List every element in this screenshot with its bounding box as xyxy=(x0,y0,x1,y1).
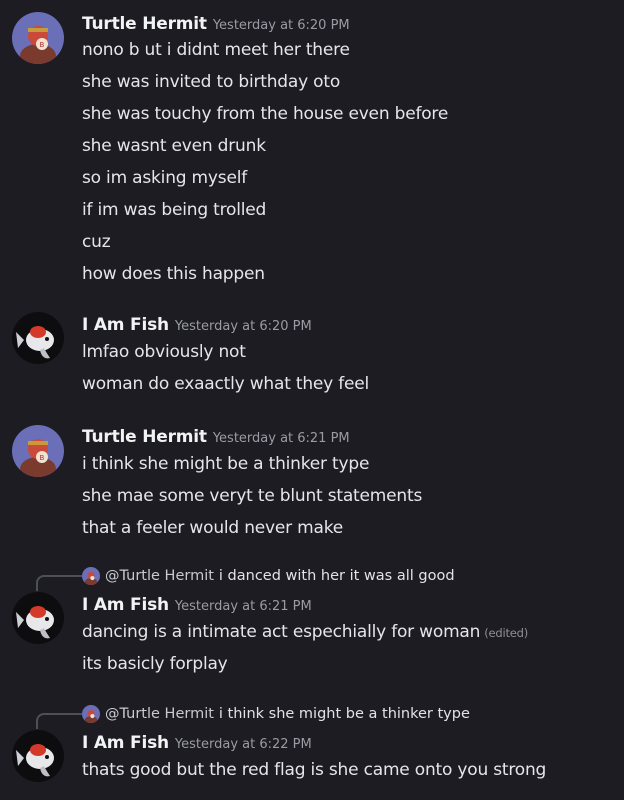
turtle-hermit-avatar-icon xyxy=(82,705,100,723)
fish-avatar-icon xyxy=(12,592,64,644)
avatar[interactable]: B xyxy=(12,12,64,64)
message-line: how does this happen xyxy=(82,264,265,284)
message-line: woman do exaactly what they feel xyxy=(82,374,370,394)
reply-preview[interactable]: @Turtle Hermit i think she might be a th… xyxy=(82,705,470,723)
message-line: dancing is a intimate act espechially fo… xyxy=(82,622,528,642)
reply-avatar xyxy=(82,567,100,585)
turtle-hermit-avatar-icon: B xyxy=(12,12,64,64)
reply-spine xyxy=(36,575,82,591)
timestamp[interactable]: Yesterday at 6:20 PM xyxy=(175,319,312,334)
author-name[interactable]: I Am Fish xyxy=(82,733,169,753)
edited-label: (edited) xyxy=(484,626,529,640)
reply-text[interactable]: i danced with her it was all good xyxy=(219,568,455,584)
reply-preview[interactable]: @Turtle Hermit i danced with her it was … xyxy=(82,567,455,585)
message-line: nono b ut i didnt meet her there xyxy=(82,40,350,60)
author-name[interactable]: I Am Fish xyxy=(82,315,169,335)
avatar[interactable] xyxy=(12,592,64,644)
fish-avatar-icon xyxy=(12,312,64,364)
message-line: she was invited to birthday oto xyxy=(82,72,341,92)
turtle-hermit-avatar-icon xyxy=(82,567,100,585)
reply-author[interactable]: @Turtle Hermit xyxy=(105,706,214,722)
message-line: she mae some veryt te blunt statements xyxy=(82,486,423,506)
author-name[interactable]: I Am Fish xyxy=(82,595,169,615)
message-text: dancing is a intimate act espechially fo… xyxy=(82,622,481,642)
message-header: Turtle Hermit Yesterday at 6:20 PM xyxy=(82,14,350,34)
svg-text:B: B xyxy=(40,454,45,462)
message-line: thats good but the red flag is she came … xyxy=(82,760,547,780)
timestamp[interactable]: Yesterday at 6:20 PM xyxy=(213,18,350,33)
timestamp[interactable]: Yesterday at 6:21 PM xyxy=(175,599,312,614)
reply-author[interactable]: @Turtle Hermit xyxy=(105,568,214,584)
message-line: that a feeler would never make xyxy=(82,518,344,538)
message-line: so im asking myself xyxy=(82,168,248,188)
avatar[interactable] xyxy=(12,312,64,364)
reply-avatar xyxy=(82,705,100,723)
reply-spine xyxy=(36,713,82,729)
svg-text:B: B xyxy=(40,41,45,49)
message-line: she was touchy from the house even befor… xyxy=(82,104,449,124)
message-line: lmfao obviously not xyxy=(82,342,246,362)
message-line: she wasnt even drunk xyxy=(82,136,266,156)
message-header: Turtle Hermit Yesterday at 6:21 PM xyxy=(82,427,350,447)
fish-avatar-icon xyxy=(12,730,64,782)
avatar[interactable] xyxy=(12,730,64,782)
message-line: its basicly forplay xyxy=(82,654,228,674)
message-line: if im was being trolled xyxy=(82,200,267,220)
message-header: I Am Fish Yesterday at 6:22 PM xyxy=(82,733,312,753)
turtle-hermit-avatar-icon: B xyxy=(12,425,64,477)
author-name[interactable]: Turtle Hermit xyxy=(82,427,207,447)
reply-text[interactable]: i think she might be a thinker type xyxy=(219,706,470,722)
message-line: cuz xyxy=(82,232,111,252)
author-name[interactable]: Turtle Hermit xyxy=(82,14,207,34)
timestamp[interactable]: Yesterday at 6:21 PM xyxy=(213,431,350,446)
message-header: I Am Fish Yesterday at 6:20 PM xyxy=(82,315,312,335)
message-header: I Am Fish Yesterday at 6:21 PM xyxy=(82,595,312,615)
message-line: i think she might be a thinker type xyxy=(82,454,370,474)
avatar[interactable]: B xyxy=(12,425,64,477)
timestamp[interactable]: Yesterday at 6:22 PM xyxy=(175,737,312,752)
